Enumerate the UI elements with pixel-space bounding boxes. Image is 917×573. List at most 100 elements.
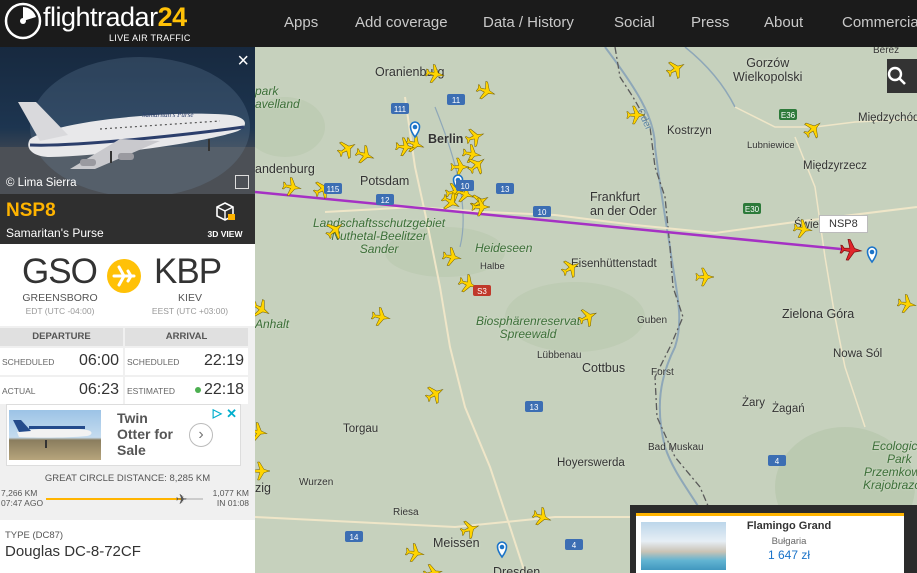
arr-estimated-time: 22:18 [203,381,244,398]
dep-actual-label: ACTUAL [2,386,36,396]
hotel-photo [641,522,726,570]
airport-pin-icon[interactable] [409,121,421,139]
aircraft-icon[interactable] [255,461,271,481]
flight-callsign: NSP8 [6,200,56,221]
arr-estimated-label: ESTIMATED [127,386,176,396]
aircraft-icon[interactable] [335,137,360,162]
aircraft-icon[interactable] [424,64,445,85]
hotel-country: Bułgaria [771,536,807,547]
aircraft-icon[interactable] [281,177,302,198]
ad-chevron-right-icon[interactable]: › [189,423,213,447]
progress-plane-icon: ✈ [175,491,188,507]
logo-tagline: LIVE AIR TRAFFIC [109,33,191,43]
sponsored-ad[interactable]: Twin Otter for Sale › ▷ ✕ [6,404,241,466]
aircraft-livery-text: Samaritan's Purse [142,111,193,119]
3d-view-label: 3D VIEW [207,229,243,239]
svg-text:10: 10 [461,182,470,191]
svg-text:4: 4 [572,541,577,550]
aircraft-icon[interactable] [353,143,376,166]
aircraft-icon[interactable] [322,217,348,242]
aircraft-icon[interactable] [792,219,813,240]
origin-city: GREENSBORO [22,292,98,304]
aircraft-icon[interactable] [695,267,715,287]
aircraft-icon[interactable] [559,256,584,281]
distance-progress: GREAT CIRCLE DISTANCE: 8,285 KM 7,266 KM… [0,468,255,518]
nav-data-history[interactable]: Data / History [483,14,574,31]
destination-timezone: EEST (UTC +03:00) [151,306,229,316]
ad-choices-icon[interactable]: ▷ [213,406,222,420]
airport-pin-icon[interactable] [496,541,508,559]
aircraft-icon[interactable] [896,294,917,315]
svg-text:111: 111 [394,105,407,114]
aircraft-icon[interactable] [471,197,491,217]
aircraft-icon[interactable] [370,307,391,328]
aircraft-photo-image: Samaritan's Purse [0,57,255,194]
flight-operator: Samaritan's Purse [6,226,104,240]
road-shield: 111 [391,103,409,114]
svg-text:S3: S3 [477,287,487,296]
ad-title[interactable]: Twin Otter for Sale [117,410,177,458]
distance-flown-time: 07:47 AGO [1,498,44,508]
on-time-status-dot [194,386,201,393]
aircraft-icon[interactable] [664,57,689,82]
svg-text:10: 10 [538,208,547,217]
aircraft-icon[interactable] [441,247,462,268]
nav-social[interactable]: Social [614,14,655,31]
aircraft-icon[interactable] [474,79,497,102]
top-navigation-bar: flightradar24 LIVE AIR TRAFFIC Apps Add … [0,0,917,47]
hotel-ad-banner[interactable]: Flamingo Grand Bułgaria 1 647 zł [630,505,917,573]
airport-pin-icon[interactable] [866,246,878,264]
arr-scheduled-time: 22:19 [203,352,244,369]
road-shield: 115 [324,183,342,194]
route-plane-icon [107,259,141,293]
progress-fill [46,498,183,500]
road-shield: E30 [743,203,761,214]
nav-add-coverage[interactable]: Add coverage [355,14,448,31]
expand-photo-icon[interactable] [235,175,249,189]
dep-scheduled-cell: SCHEDULED 06:00 [0,348,123,375]
distance-remaining-time: IN 01:08 [216,498,249,508]
road-shield: 12 [376,194,394,205]
aircraft-icon[interactable] [463,125,486,148]
aircraft-photo[interactable]: Samaritan's Purse × © Lima Sierra [0,47,255,194]
aircraft-icon[interactable] [404,543,425,564]
road-shield: 11 [447,94,465,105]
hotel-ad-card[interactable]: Flamingo Grand Bułgaria 1 647 zł [636,513,904,573]
dep-actual-cell: ACTUAL 06:23 [0,377,123,404]
aircraft-icon[interactable] [458,517,481,540]
destination-city: KIEV [178,292,202,304]
svg-text:4: 4 [775,457,780,466]
aircraft-type-code: (DC87) [32,530,64,541]
aircraft-icon[interactable] [576,305,600,329]
dep-scheduled-time: 06:00 [78,352,119,369]
selected-flight-tooltip[interactable]: NSP8 [819,215,868,233]
close-panel-icon[interactable]: × [237,51,249,71]
flightradar24-logo[interactable]: flightradar24 LIVE AIR TRAFFIC [4,2,192,45]
aircraft-icon[interactable] [626,105,646,125]
flight-map[interactable]: Oranienburg Berlin Potsdam andenburg Fra… [255,47,917,573]
nav-commercial[interactable]: Commercial [842,14,917,31]
aircraft-icon[interactable] [255,422,268,443]
aircraft-model: Douglas DC-8-72CF [5,543,141,560]
aircraft-icon[interactable] [530,505,553,528]
3d-view-button[interactable]: 3D VIEW [205,201,245,239]
selected-aircraft-icon[interactable] [839,238,863,261]
aircraft-icon[interactable] [395,137,415,157]
nav-apps[interactable]: Apps [284,14,318,31]
aircraft-icon[interactable] [255,297,273,322]
flight-header: NSP8 Samaritan's Purse 3D VIEW [0,194,255,244]
nav-press[interactable]: Press [691,14,729,31]
ad-close-icon[interactable]: ✕ [226,406,237,422]
svg-text:13: 13 [501,185,510,194]
nav-about[interactable]: About [764,14,803,31]
road-shield: 4 [768,455,786,466]
svg-text:E30: E30 [745,205,760,214]
aircraft-layer: 1111110115121310 E30E36S3131444 [255,57,917,573]
aircraft-icon[interactable] [422,563,443,573]
svg-text:115: 115 [327,185,340,194]
aircraft-icon[interactable] [423,382,448,407]
arr-estimated-time-wrap: 22:18 [194,381,244,399]
map-search-button[interactable] [887,59,917,93]
aircraft-icon[interactable] [450,157,470,177]
aircraft-icon[interactable] [800,116,826,141]
